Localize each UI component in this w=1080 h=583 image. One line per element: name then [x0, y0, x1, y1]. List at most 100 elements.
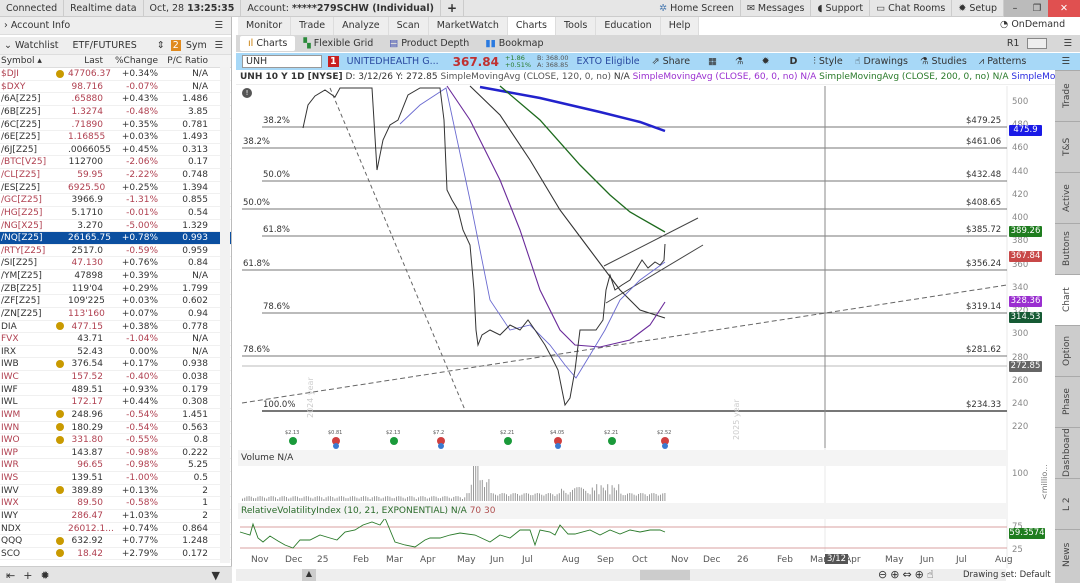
- dividend-icon[interactable]: [333, 443, 339, 449]
- volume-bar: [402, 497, 404, 501]
- side-tab-buttons[interactable]: Buttons: [1055, 223, 1080, 274]
- volume-bar: [244, 497, 246, 501]
- split-icon[interactable]: [390, 437, 398, 445]
- volume-bar: [580, 487, 582, 501]
- price-axis-tick: 240: [1012, 398, 1029, 409]
- pan-icon[interactable]: ⇔: [902, 568, 911, 581]
- price-axis-tick: 300: [1012, 329, 1029, 340]
- volume-bar: [389, 496, 391, 501]
- volume-bar: [514, 493, 516, 501]
- dividend-icon[interactable]: [555, 443, 561, 449]
- side-tab-phase-scores[interactable]: Phase Scores: [1055, 376, 1080, 427]
- fib-percent-label: 50.0%: [263, 170, 291, 180]
- volume-bar: [479, 480, 481, 501]
- side-tab-t-s[interactable]: T&S: [1055, 121, 1080, 172]
- volume-bar: [616, 490, 617, 501]
- zoom-out-icon[interactable]: ⊖: [878, 568, 887, 581]
- year-mark-2025: 2025 year: [732, 399, 741, 440]
- month-tick: 25: [317, 555, 329, 565]
- fib-percent-label: 78.6%: [243, 345, 271, 355]
- volume-bar: [371, 497, 373, 501]
- scroll-thumb[interactable]: [640, 570, 690, 580]
- fib-price-label: $319.14: [966, 302, 1002, 312]
- volume-bar: [319, 496, 320, 501]
- info-icon[interactable]: !: [242, 88, 252, 98]
- side-tab-active-trader[interactable]: Active Trader: [1055, 172, 1080, 223]
- volume-bar: [409, 496, 411, 501]
- volume-bar: [567, 494, 569, 501]
- volume-bar: [657, 495, 659, 501]
- split-icon[interactable]: [504, 437, 512, 445]
- price-badge: 475.9: [1009, 124, 1042, 136]
- volume-label[interactable]: Volume: [241, 453, 274, 463]
- menu-icon[interactable]: ☰: [1061, 56, 1070, 67]
- volume-bar: [525, 493, 527, 501]
- side-tab-l-2[interactable]: L 2: [1055, 478, 1080, 529]
- rvi-label[interactable]: RelativeVolatilityIndex (10, 21, EXPONEN…: [241, 506, 448, 516]
- volume-bar: [622, 495, 624, 501]
- volume-bar: [321, 497, 323, 501]
- volume-bar: [310, 497, 312, 501]
- volume-bar: [378, 496, 380, 501]
- volume-bar: [442, 496, 444, 501]
- side-tab-option-chain[interactable]: Option Chain: [1055, 325, 1080, 376]
- volume-bar: [455, 496, 457, 501]
- side-tab-news[interactable]: News: [1055, 529, 1080, 580]
- menu-icon[interactable]: ☰: [1055, 36, 1080, 51]
- month-tick: Nov: [671, 555, 689, 565]
- volume-bar: [367, 497, 369, 501]
- drawing-set-selector[interactable]: Drawing set: Default: [963, 570, 1051, 580]
- price-chart[interactable]: [0, 0, 1055, 583]
- dividend-icon[interactable]: [438, 443, 444, 449]
- hand-icon[interactable]: ☝: [927, 568, 934, 581]
- fib-price-label: $461.06: [966, 137, 1002, 147]
- fib-percent-label: 38.2%: [243, 137, 271, 147]
- zoom-in-icon[interactable]: ⊕: [890, 568, 899, 581]
- trendline-dashed-up[interactable]: [241, 284, 1008, 404]
- volume-bar: [305, 496, 307, 501]
- side-tab-dashboard[interactable]: Dashboard: [1055, 427, 1080, 478]
- expand-handle[interactable]: ▲: [302, 569, 316, 581]
- fibonacci-levels: [242, 126, 1007, 412]
- sma-thin-line: [399, 87, 666, 379]
- volume-bar: [578, 487, 580, 501]
- price-axis-tick: 220: [1012, 422, 1029, 433]
- volume-bar: [550, 493, 551, 501]
- volume-bar: [459, 497, 461, 501]
- split-icon[interactable]: [289, 437, 297, 445]
- volume-bar: [589, 494, 591, 501]
- month-tick: Dec: [703, 555, 721, 565]
- volume-bar: [495, 494, 496, 501]
- volume-bar: [631, 493, 633, 501]
- volume-bar: [255, 498, 257, 501]
- sma60-line: [446, 85, 666, 348]
- month-tick: Nov: [251, 555, 269, 565]
- volume-bar: [649, 494, 650, 501]
- volume-bar: [490, 493, 492, 501]
- side-tab-chart[interactable]: Chart: [1055, 274, 1080, 325]
- volume-bar: [290, 497, 292, 501]
- volume-bar: [275, 497, 276, 501]
- volume-bar: [380, 498, 382, 501]
- volume-bar: [272, 496, 274, 501]
- volume-bar: [435, 496, 437, 501]
- crosshair-icon[interactable]: ⊕: [915, 568, 924, 581]
- dividend-icon[interactable]: [662, 443, 668, 449]
- volume-bar: [539, 493, 540, 501]
- price-badge: 272.85: [1009, 360, 1042, 372]
- channel-upper[interactable]: [603, 217, 699, 267]
- volume-bar: [618, 484, 620, 501]
- side-tab-trade[interactable]: Trade: [1055, 70, 1080, 121]
- volume-bar: [314, 496, 316, 501]
- volume-bar: [640, 493, 642, 501]
- month-tick: Feb: [353, 555, 369, 565]
- volume-bar: [415, 498, 417, 501]
- channel-lower[interactable]: [605, 244, 704, 304]
- volume-bar: [565, 492, 567, 501]
- rvi-badge: 59.3574: [1009, 528, 1045, 539]
- volume-bar: [261, 496, 263, 501]
- volume-bar: [512, 493, 514, 501]
- split-icon[interactable]: [608, 437, 616, 445]
- volume-bar: [534, 493, 536, 501]
- volume-bar: [294, 496, 296, 501]
